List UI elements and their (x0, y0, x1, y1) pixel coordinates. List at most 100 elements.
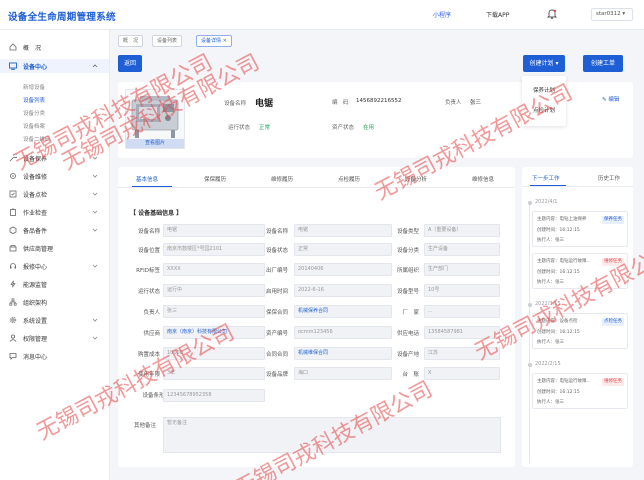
work-item-card[interactable]: 主题内容：电钻上油保养 创建时间：16:12:15 执行人：张三 保养任务 (532, 211, 628, 247)
tab-repair-info[interactable]: 维修信息 (472, 175, 494, 183)
device-image[interactable]: 查看图片 (125, 89, 185, 149)
field-value[interactable]: 20140406 (294, 263, 392, 276)
work-item-time: 创建时间：16:12:15 (537, 390, 580, 395)
field-label: 设备名称 (137, 229, 160, 235)
field-value[interactable]: 2022-6-16 (294, 284, 392, 297)
field-label: 厂 家 (402, 310, 419, 316)
field-value[interactable]: A（重要设备） (424, 224, 500, 237)
sidebar-item-spare-parts[interactable]: 备品备件 (0, 223, 109, 237)
bell-icon[interactable] (546, 8, 558, 20)
field-label: 启用时间 (265, 289, 288, 295)
sidebar-item-label: 设备点检 (23, 192, 48, 199)
field-value[interactable]: 10号 (424, 284, 500, 297)
field-value[interactable]: 机械保养合同 (294, 305, 392, 318)
field-value[interactable]: 生产部门 (424, 263, 500, 276)
work-item-assignee: 执行人：张三 (537, 340, 564, 345)
download-app-link[interactable]: 下载APP (486, 10, 509, 19)
field-value[interactable]: 海口 (294, 367, 392, 380)
sidebar-item-repair-center[interactable]: 报修中心 (0, 259, 109, 273)
field-value[interactable]: X (424, 367, 500, 380)
edit-link[interactable]: ✎ 编辑 (602, 95, 619, 103)
timeline-dot (528, 201, 532, 205)
sidebar-item-settings[interactable]: 系统设置 (0, 313, 109, 327)
field-label: 运行状态 (137, 289, 160, 295)
sidebar-item-messages[interactable]: 消息中心 (0, 349, 109, 363)
field-value[interactable]: 电锯 (294, 224, 392, 237)
field-value[interactable]: 13584587981 (424, 326, 500, 339)
field-label: 负责人 (143, 310, 160, 316)
monitor-icon (9, 62, 17, 70)
field-label: 设备状态 (265, 248, 288, 254)
field-label: 所属组织 (396, 268, 419, 274)
user-name: star0312 (596, 11, 621, 17)
create-plan-dropdown: 保养计划 点检计划 (522, 76, 566, 126)
run-status-label: 运行状态 (228, 125, 251, 131)
work-item-card[interactable]: 主题内容：电钻运行故障... 创建时间：16:12:15 执行人：张三 维修任务 (532, 253, 628, 289)
sidebar-item-overview[interactable]: 概 况 (0, 40, 109, 54)
field-value[interactable]: 江苏 (424, 347, 500, 360)
work-timeline-card: 下一步工作 历史工作 2022/4/1 主题内容：电钻上油保养 创建时间：16:12… (522, 167, 633, 467)
chevron-down-icon (92, 336, 98, 340)
field-value[interactable]: 机械维保合同 (294, 347, 392, 360)
create-order-button[interactable]: 创建工单 (583, 55, 623, 72)
menu-item-maintenance-plan[interactable]: 保养计划 (522, 86, 566, 94)
menu-item-inspection-plan[interactable]: 点检计划 (522, 106, 566, 114)
tab-inspection-history[interactable]: 点检履历 (338, 175, 360, 183)
sidebar-item-maintenance[interactable]: 设备保养 (0, 151, 109, 165)
sidebar-sub-item[interactable]: 设备列表 (23, 96, 45, 104)
box-icon (9, 226, 17, 234)
mini-program-link[interactable]: 小程序 (433, 10, 451, 19)
work-item-card[interactable]: 主题内容：电钻运行故障... 创建时间：16:12:15 执行人：张三 维修任务 (532, 373, 628, 409)
sidebar-item-permissions[interactable]: 权限管理 (0, 331, 109, 345)
breadcrumb-label: 设备详情 (201, 38, 222, 44)
view-image-caption[interactable]: 查看图片 (126, 139, 184, 148)
field-label: 供应商 (143, 331, 160, 337)
tab-history-work[interactable]: 历史工作 (598, 174, 620, 182)
sidebar-item-device-center[interactable]: 设备中心 (0, 59, 109, 73)
timeline-line (529, 203, 530, 463)
sidebar-item-label: 消息中心 (23, 354, 48, 361)
tab-repair-history[interactable]: 维修履历 (271, 175, 293, 183)
field-value[interactable]: ... (424, 305, 500, 318)
back-button[interactable]: 返回 (118, 55, 142, 72)
sidebar-item-work-check[interactable]: 作业检查 (0, 205, 109, 219)
sidebar-sub-item[interactable]: 设备分类 (23, 109, 45, 117)
sidebar-item-inspection[interactable]: 设备点检 (0, 187, 109, 201)
sidebar-sub-item[interactable]: 新增设备 (23, 83, 45, 91)
sidebar-item-organization[interactable]: 组织架构 (0, 295, 109, 309)
field-value[interactable]: 生产设备 (424, 243, 500, 256)
sidebar-item-label: 报修中心 (23, 264, 48, 271)
tab-maintenance-history[interactable]: 保保履历 (204, 175, 226, 183)
asset-status-label: 资产状态 (332, 125, 355, 131)
field-value[interactable]: ocmm123456 (294, 326, 392, 339)
timeline-dot (528, 363, 532, 367)
sidebar-sub-item[interactable]: 设备二维码 (23, 135, 51, 143)
chevron-down-icon (92, 174, 98, 178)
sidebar-sub-item[interactable]: 设备档案 (23, 122, 45, 130)
chevron-down-icon (92, 264, 98, 268)
work-item-card[interactable]: 主题内容：设备点检 创建时间：16:12:15 执行人：张三 点检任务 (532, 313, 628, 349)
remark-field[interactable]: 暂无备注 (163, 417, 501, 453)
task-type-badge: 保养任务 (602, 216, 624, 224)
sidebar-item-supplier[interactable]: 供应商管理 (0, 241, 109, 255)
breadcrumb-item-current[interactable]: 设备详情 × (196, 35, 232, 47)
timeline-dot (528, 303, 532, 307)
sidebar-item-energy[interactable]: 能源监管 (0, 277, 109, 291)
tab-next-work[interactable]: 下一步工作 (532, 174, 560, 182)
tab-basic-info[interactable]: 基本信息 (136, 175, 158, 183)
chevron-down-icon: ▾ (622, 11, 626, 17)
user-menu[interactable]: star0312 ▾ (591, 8, 633, 21)
work-item-title: 主题内容：设备点检 (537, 319, 578, 324)
sidebar-item-label: 备品备件 (23, 228, 48, 235)
sidebar-item-repair[interactable]: 设备维修 (0, 169, 109, 183)
close-icon[interactable]: × (223, 38, 227, 44)
edit-label: 编辑 (608, 97, 620, 103)
field-value[interactable]: 正常 (294, 243, 392, 256)
create-plan-button[interactable]: 创建计划 ▾ (523, 55, 565, 72)
breadcrumb-item[interactable]: 概 况 (118, 35, 144, 47)
field-label: 设备名称 (265, 229, 288, 235)
asset-status: 在用 (363, 125, 375, 131)
breadcrumb-item[interactable]: 设备列表 (152, 35, 183, 47)
tab-device-analysis[interactable]: 设备分析 (405, 175, 427, 183)
chevron-down-icon: ▾ (555, 60, 559, 67)
